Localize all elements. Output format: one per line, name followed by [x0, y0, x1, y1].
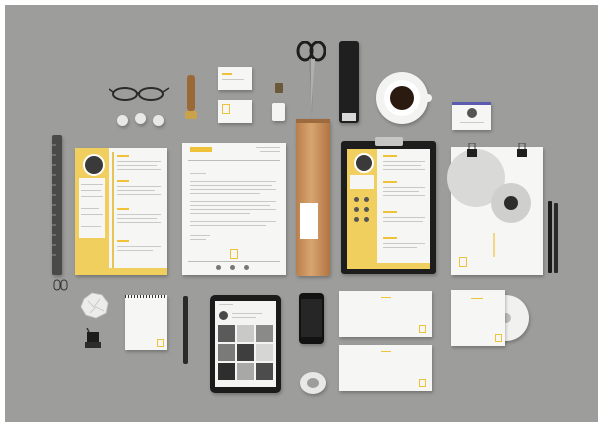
tablet	[210, 295, 281, 393]
smartphone	[299, 293, 324, 344]
cardboard-tube	[296, 119, 330, 276]
business-card-photo	[452, 102, 491, 130]
metal-ruler	[52, 135, 62, 275]
business-card-bottom	[218, 100, 252, 123]
crumpled-paper	[80, 291, 110, 319]
flatlay-scene	[5, 5, 598, 422]
letterhead-document	[182, 143, 286, 275]
cd-case-with-disc	[451, 290, 535, 346]
bulldog-clip	[85, 327, 103, 350]
eraser	[272, 103, 285, 121]
paper-clips	[53, 278, 69, 291]
eyeglasses	[108, 85, 171, 103]
clipboard	[341, 137, 436, 274]
envelope-bottom	[339, 345, 432, 391]
wax-seal-stamp	[185, 75, 197, 123]
scissors	[296, 40, 327, 117]
envelope-top	[339, 291, 432, 337]
business-card-top	[218, 67, 252, 90]
pencil-right-1	[548, 201, 552, 273]
tape-roll	[300, 372, 328, 396]
pen	[183, 296, 188, 364]
spiral-notepad	[125, 295, 167, 350]
pin-2	[135, 113, 146, 124]
stapler	[339, 41, 359, 123]
binder-clip-small	[275, 83, 283, 93]
presentation-folder	[447, 147, 543, 275]
pin-1	[117, 115, 128, 126]
coffee-cup	[376, 72, 434, 130]
resume-on-clipboard	[347, 149, 430, 269]
pencil-right-2	[554, 203, 558, 273]
binder-clip-right	[517, 142, 527, 157]
binder-clip-left	[467, 142, 477, 157]
pin-3	[153, 115, 164, 126]
resume-left	[75, 148, 167, 275]
